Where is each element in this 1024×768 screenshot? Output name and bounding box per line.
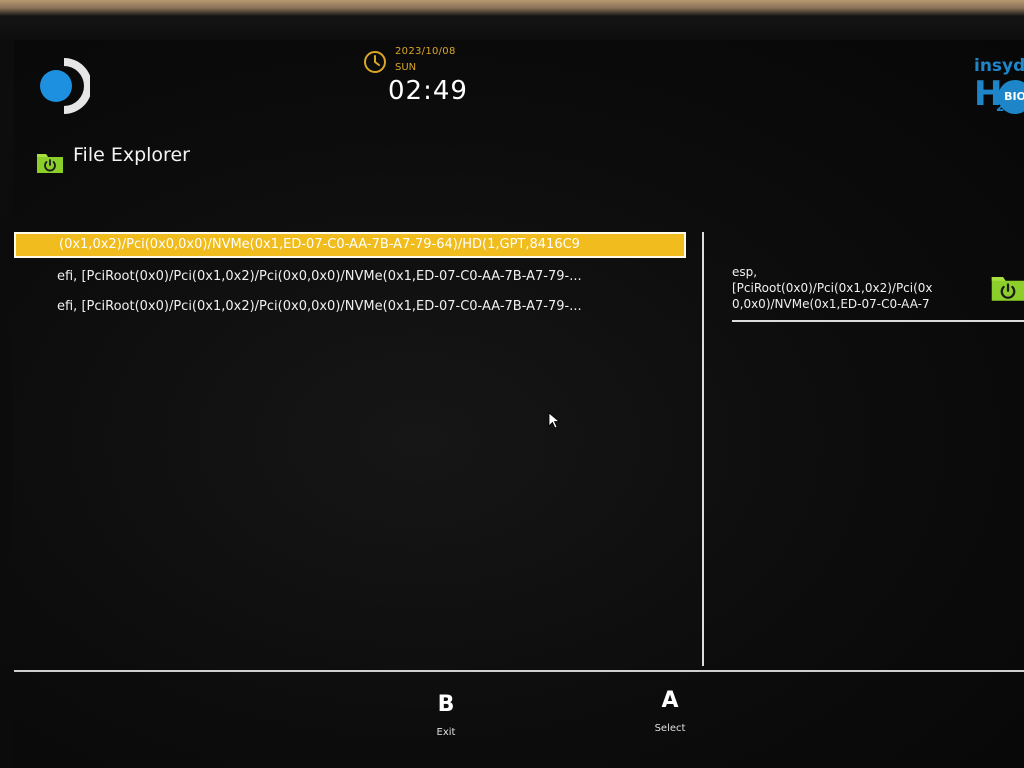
app-logo: [40, 58, 90, 114]
list-item-label: (0x1,0x2)/Pci(0x0,0x0)/NVMe(0x1,ED-07-C0…: [59, 237, 580, 252]
clock-icon: [364, 51, 386, 73]
select-hint[interactable]: A Select: [640, 688, 700, 734]
mouse-cursor-icon: [548, 412, 561, 429]
footer-divider: [14, 670, 1024, 672]
detail-underline: [732, 320, 1024, 322]
brand-name: insyde: [974, 56, 1024, 76]
brand-subscript: 2: [996, 100, 1005, 114]
select-label: Select: [654, 723, 686, 734]
brand-logo: BIO insyde H 2: [972, 54, 1024, 116]
list-item-label: efi, [PciRoot(0x0)/Pci(0x1,0x2)/Pci(0x0,…: [57, 299, 582, 314]
exit-label: Exit: [436, 727, 456, 738]
day-text: SUN: [395, 62, 417, 73]
date-text: 2023/10/08: [395, 46, 456, 57]
exit-hint[interactable]: B Exit: [416, 692, 476, 738]
list-item[interactable]: (0x1,0x2)/Pci(0x0,0x0)/NVMe(0x1,ED-07-C0…: [14, 232, 686, 258]
bios-screen: 2023/10/08 SUN 02:49 BIO insyde H 2 File…: [14, 40, 1024, 768]
select-key: A: [661, 688, 679, 713]
file-list: (0x1,0x2)/Pci(0x0,0x0)/NVMe(0x1,ED-07-C0…: [14, 232, 699, 668]
list-item-label: efi, [PciRoot(0x0)/Pci(0x1,0x2)/Pci(0x0,…: [57, 269, 582, 284]
pane-divider: [702, 232, 704, 666]
power-folder-icon: [991, 277, 1024, 301]
list-item[interactable]: efi, [PciRoot(0x0)/Pci(0x1,0x2)/Pci(0x0,…: [14, 294, 686, 320]
page-title: File Explorer: [73, 144, 190, 166]
time-text: 02:49: [388, 76, 468, 106]
exit-key: B: [437, 692, 455, 717]
detail-text: esp, [PciRoot(0x0)/Pci(0x1,0x2)/Pci(0x 0…: [732, 265, 933, 311]
list-item[interactable]: efi, [PciRoot(0x0)/Pci(0x1,0x2)/Pci(0x0,…: [14, 264, 686, 290]
detail-pane: esp, [PciRoot(0x0)/Pci(0x1,0x2)/Pci(0x 0…: [732, 264, 1024, 344]
power-folder-icon: [37, 154, 63, 173]
